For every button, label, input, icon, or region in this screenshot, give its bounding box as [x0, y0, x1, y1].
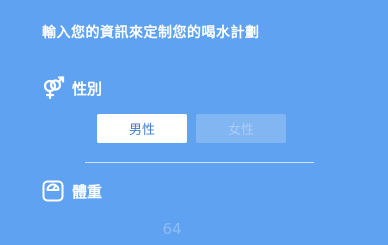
profile-setup-screen: 輸入您的資訊來定制您的喝水計劃 性別 男性 女性 體重 64: [0, 0, 388, 245]
gender-section-header: 性別: [41, 76, 102, 100]
section-divider: [85, 162, 314, 163]
scale-icon: [41, 179, 65, 203]
weight-label: 體重: [72, 182, 103, 201]
weight-value[interactable]: 64: [0, 220, 344, 238]
gender-label: 性別: [72, 79, 103, 98]
gender-female-button[interactable]: 女性: [196, 114, 286, 143]
gender-icon: [41, 76, 65, 100]
page-title: 輸入您的資訊來定制您的喝水計劃: [42, 25, 260, 41]
weight-section-header: 體重: [41, 179, 102, 203]
gender-male-button[interactable]: 男性: [97, 114, 187, 143]
